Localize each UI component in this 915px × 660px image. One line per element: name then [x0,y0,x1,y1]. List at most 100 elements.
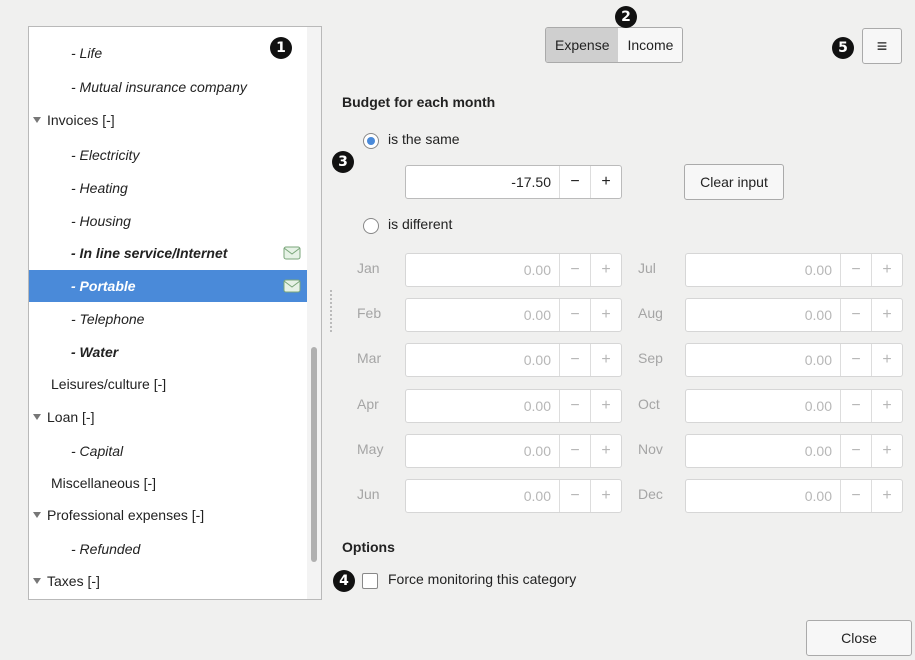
month-input[interactable]: 0.00 [406,435,559,467]
tree-scrollbar-thumb[interactable] [311,347,317,562]
annotation-badge-2: 2 [615,6,637,28]
tree-item-telephone[interactable]: - Telephone [29,303,307,335]
month-label-dec: Dec [638,486,663,502]
month-input[interactable]: 0.00 [406,390,559,422]
decrement-button[interactable]: − [840,480,871,512]
tree-item-leisures[interactable]: Leisures/culture [-] [29,368,307,400]
increment-button[interactable]: + [871,344,902,376]
close-button[interactable]: Close [806,620,912,656]
month-input[interactable]: 0.00 [406,344,559,376]
month-input[interactable]: 0.00 [686,390,840,422]
category-tree[interactable]: - Life - Mutual insurance company Invoic… [28,26,322,600]
tree-item-internet[interactable]: - In line service/Internet [29,237,307,269]
pane-resize-handle[interactable] [330,290,335,332]
month-stepper-apr[interactable]: 0.00 − + [405,389,622,423]
tree-item-miscellaneous[interactable]: Miscellaneous [-] [29,467,307,499]
decrement-button[interactable]: − [840,254,871,286]
month-input[interactable]: 0.00 [406,299,559,331]
tree-item-refunded[interactable]: - Refunded [29,533,307,565]
month-stepper-mar[interactable]: 0.00 − + [405,343,622,377]
tree-scrollbar[interactable] [307,27,321,599]
tree-item-water[interactable]: - Water [29,336,307,368]
tree-item-invoices[interactable]: Invoices [-] [29,104,307,136]
decrement-button[interactable]: − [840,390,871,422]
month-stepper-jul[interactable]: 0.00 − + [685,253,903,287]
tree-item-label: - Water [71,344,119,360]
tree-item-mutual-insurance[interactable]: - Mutual insurance company [29,71,307,103]
tree-item-taxes[interactable]: Taxes [-] [29,565,307,597]
increment-button[interactable]: + [590,480,621,512]
tree-item-label: Loan [-] [47,409,95,425]
same-amount-input[interactable]: -17.50 [406,166,559,198]
month-stepper-oct[interactable]: 0.00 − + [685,389,903,423]
decrement-button[interactable]: − [559,435,590,467]
different-radio[interactable] [363,218,379,234]
month-stepper-sep[interactable]: 0.00 − + [685,343,903,377]
tree-item-electricity[interactable]: - Electricity [29,139,307,171]
decrement-button[interactable]: − [840,344,871,376]
month-stepper-feb[interactable]: 0.00 − + [405,298,622,332]
decrement-button[interactable]: − [559,299,590,331]
increment-button[interactable]: + [590,254,621,286]
increment-button[interactable]: + [590,344,621,376]
tree-item-housing[interactable]: - Housing [29,205,307,237]
tree-item-loan[interactable]: Loan [-] [29,401,307,433]
increment-button[interactable]: + [871,435,902,467]
annotation-badge-3: 3 [332,151,354,173]
decrement-button[interactable]: − [559,254,590,286]
month-label-jan: Jan [357,260,380,276]
same-amount-stepper[interactable]: -17.50 − + [405,165,622,199]
decrement-button[interactable]: − [559,344,590,376]
same-radio[interactable] [363,133,379,149]
decrement-button[interactable]: − [840,435,871,467]
increment-button[interactable]: + [871,254,902,286]
tree-item-label: - Heating [71,180,128,196]
increment-button[interactable]: + [871,299,902,331]
month-input[interactable]: 0.00 [686,435,840,467]
increment-button[interactable]: + [590,435,621,467]
month-input[interactable]: 0.00 [686,299,840,331]
tree-item-heating[interactable]: - Heating [29,172,307,204]
expense-income-toggle[interactable]: Expense Income [545,27,684,63]
income-tab[interactable]: Income [618,28,683,62]
decrement-button[interactable]: − [559,390,590,422]
increment-button[interactable]: + [871,480,902,512]
increment-button[interactable]: + [590,390,621,422]
different-radio-label: is different [388,216,453,232]
month-input[interactable]: 0.00 [686,480,840,512]
month-stepper-may[interactable]: 0.00 − + [405,434,622,468]
expander-arrow-icon[interactable] [33,413,41,421]
tree-item-capital[interactable]: - Capital [29,435,307,467]
increment-button[interactable]: + [590,299,621,331]
month-label-oct: Oct [638,396,660,412]
clear-input-button[interactable]: Clear input [684,164,784,200]
tree-item-label: - Refunded [71,541,141,557]
month-stepper-jun[interactable]: 0.00 − + [405,479,622,513]
expander-arrow-icon[interactable] [33,511,41,519]
force-monitoring-label: Force monitoring this category [388,571,577,587]
increment-button[interactable]: + [590,166,621,198]
decrement-button[interactable]: − [559,480,590,512]
menu-button[interactable]: ≡ [862,28,902,64]
budget-envelope-icon [283,278,301,294]
decrement-button[interactable]: − [840,299,871,331]
expander-arrow-icon[interactable] [33,577,41,585]
month-stepper-jan[interactable]: 0.00 − + [405,253,622,287]
expander-arrow-icon[interactable] [33,116,41,124]
decrement-button[interactable]: − [559,166,590,198]
increment-button[interactable]: + [871,390,902,422]
month-stepper-aug[interactable]: 0.00 − + [685,298,903,332]
month-input[interactable]: 0.00 [686,344,840,376]
month-input[interactable]: 0.00 [406,254,559,286]
budget-envelope-icon [283,245,301,261]
month-stepper-dec[interactable]: 0.00 − + [685,479,903,513]
force-monitoring-checkbox[interactable] [362,573,378,589]
month-input[interactable]: 0.00 [406,480,559,512]
month-input[interactable]: 0.00 [686,254,840,286]
tree-item-life[interactable]: - Life [29,37,307,69]
expense-tab[interactable]: Expense [546,28,619,62]
tree-item-professional-expenses[interactable]: Professional expenses [-] [29,499,307,531]
tree-item-portable[interactable]: - Portable [29,270,307,302]
tree-item-label: Invoices [-] [47,112,115,128]
month-stepper-nov[interactable]: 0.00 − + [685,434,903,468]
